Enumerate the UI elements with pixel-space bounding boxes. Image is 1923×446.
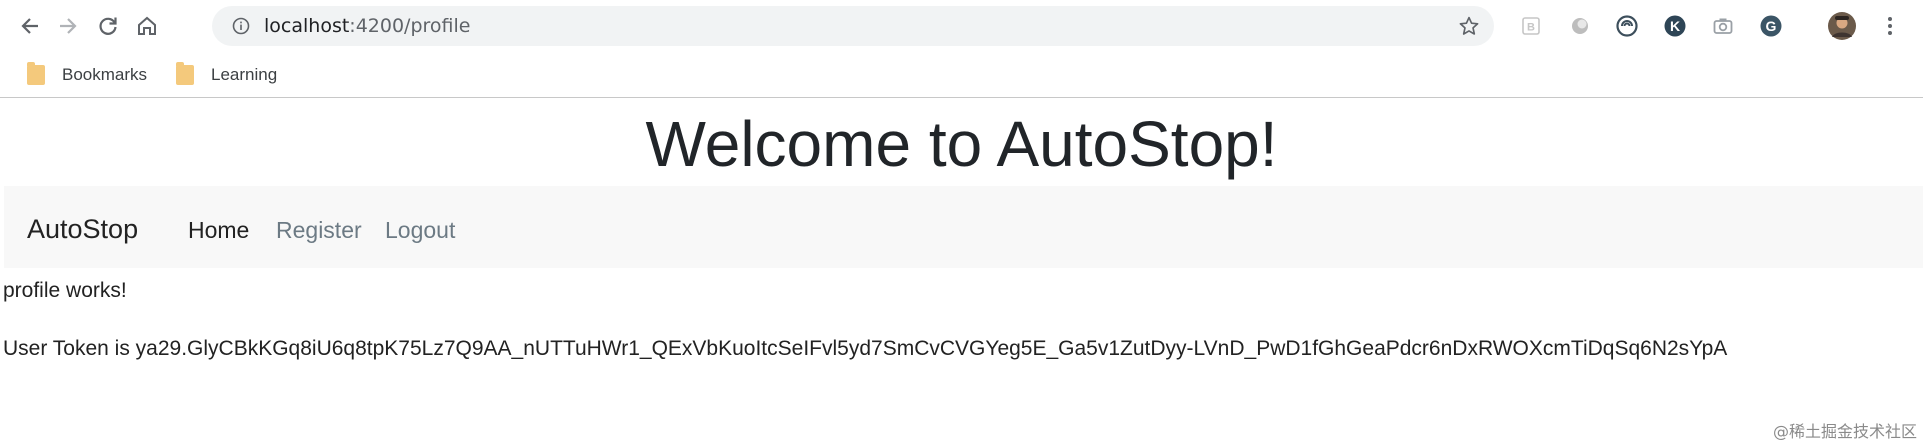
svg-text:K: K [1670,18,1680,34]
profile-avatar-icon[interactable] [1827,11,1857,41]
profile-status-text: profile works! [3,279,127,302]
folder-icon [176,62,194,85]
home-icon[interactable] [130,9,164,43]
svg-text:B: B [1527,22,1535,34]
address-bar[interactable]: localhost:4200/profile [212,6,1494,46]
url-host: localhost [264,15,350,37]
url-path: :4200/profile [349,15,471,37]
folder-icon [27,62,45,85]
g-extension-icon[interactable]: G [1758,13,1784,39]
k-extension-icon[interactable]: K [1662,13,1688,39]
nav-link-home[interactable]: Home [188,217,249,243]
forward-arrow-icon[interactable] [51,9,85,43]
watermark: @稀土掘金技术社区 [1772,422,1917,441]
nav-link-register[interactable]: Register [276,217,362,243]
browser-toolbar: localhost:4200/profile B K G [0,0,1923,52]
bookmark-label: Bookmarks [62,65,148,84]
info-icon[interactable] [232,17,250,35]
spiral-extension-icon[interactable] [1614,13,1640,39]
navbar-brand[interactable]: AutoStop [27,214,138,244]
menu-dots-icon[interactable] [1877,13,1903,39]
bookmark-folder-learning[interactable]: Learning [176,62,277,88]
reload-icon[interactable] [91,9,125,43]
back-arrow-icon[interactable] [13,9,47,43]
circle-extension-icon[interactable] [1567,13,1593,39]
nav-link-logout[interactable]: Logout [385,217,455,243]
page-title: Welcome to AutoStop! [645,108,1278,180]
star-icon[interactable] [1458,15,1480,37]
bookmark-label: Learning [211,65,278,84]
bookmarks-bar: Bookmarks Learning [0,52,1923,98]
site-navbar: AutoStop Home Register Logout [4,186,1923,268]
user-token-text: User Token is ya29.GlyCBkKGq8iU6q8tpK75L… [3,337,1728,360]
svg-text:G: G [1766,18,1777,34]
url-text[interactable]: localhost:4200/profile [264,17,470,36]
bookmark-folder-bookmarks[interactable]: Bookmarks [27,62,147,88]
camera-extension-icon[interactable] [1710,13,1736,39]
b-extension-icon[interactable]: B [1518,13,1544,39]
